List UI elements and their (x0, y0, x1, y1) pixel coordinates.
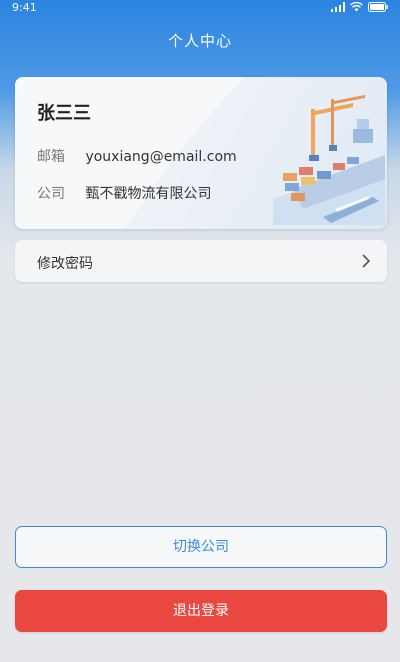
change-password-item[interactable]: 修改密码 (15, 240, 387, 282)
status-icons (331, 2, 388, 12)
email-value: youxiang@email.com (85, 149, 237, 165)
change-password-label: 修改密码 (37, 256, 93, 272)
status-bar: 9:41 (0, 0, 400, 16)
status-time: 9:41 (12, 1, 37, 14)
company-row: 公司 甄不戳物流有限公司 (37, 183, 211, 203)
profile-card: 张三三 邮箱 youxiang@email.com 公司 甄不戳物流有限公司 (15, 77, 387, 229)
port-illustration (273, 95, 385, 225)
wifi-icon (350, 2, 363, 12)
email-label: 邮箱 (37, 149, 65, 165)
email-row: 邮箱 youxiang@email.com (37, 146, 237, 166)
switch-company-button[interactable]: 切换公司 (15, 526, 387, 568)
logout-button[interactable]: 退出登录 (15, 590, 387, 632)
page-title: 个人中心 (167, 32, 232, 50)
company-value: 甄不戳物流有限公司 (85, 186, 212, 202)
signal-icon (331, 2, 345, 12)
battery-icon (368, 2, 388, 12)
company-label: 公司 (37, 186, 65, 202)
chevron-right-icon (362, 254, 371, 268)
user-name: 张三三 (37, 103, 91, 124)
